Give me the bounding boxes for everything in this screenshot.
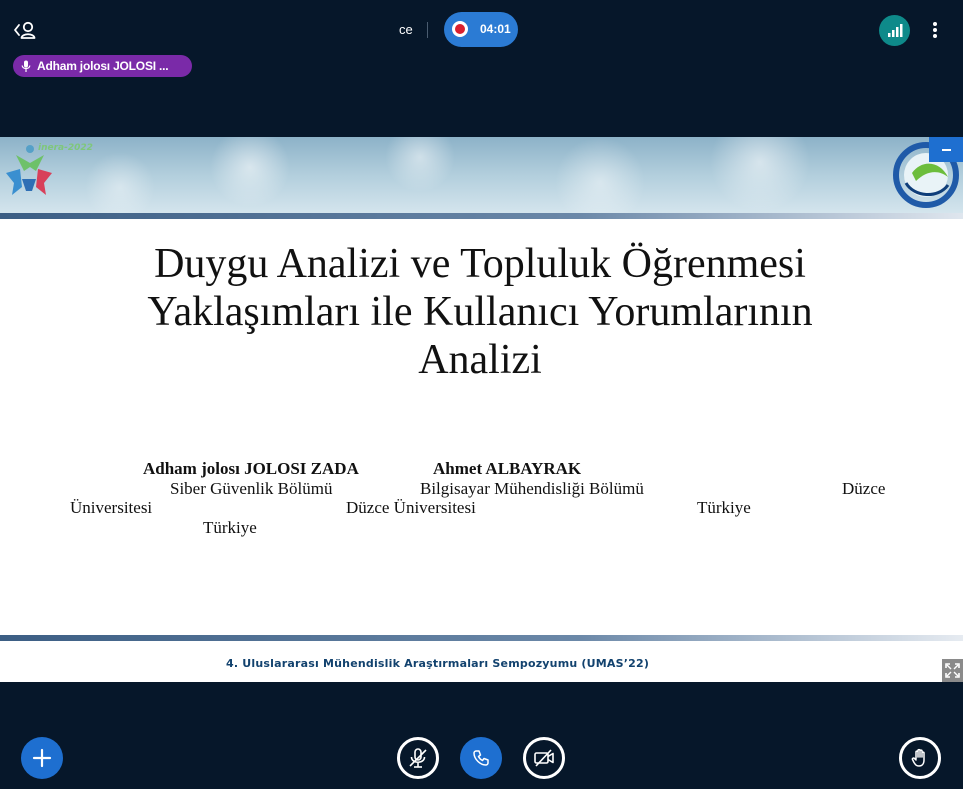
slide-footer: 4. Uluslararası Mühendislik Araştırmalar… xyxy=(226,657,650,670)
users-toggle-button[interactable] xyxy=(12,18,38,42)
author-1-department: Siber Güvenlik Bölümü xyxy=(170,479,333,498)
slide-title: Duygu Analizi ve Topluluk Öğrenmesi Yakl… xyxy=(0,240,960,384)
microphone-icon xyxy=(21,60,31,72)
slide-header-banner xyxy=(0,137,963,215)
connection-status-icon xyxy=(888,24,903,37)
talking-indicator[interactable]: Adham jolosı JOLOSI ... xyxy=(13,55,192,77)
footer-rule xyxy=(0,635,963,641)
users-icon xyxy=(14,21,36,39)
header-rule xyxy=(0,213,963,219)
raise-hand-button[interactable] xyxy=(899,737,941,779)
plus-icon xyxy=(32,748,52,768)
connection-status-button[interactable] xyxy=(879,15,910,46)
recording-button[interactable]: 04:01 xyxy=(444,12,518,47)
author-1-university-part2: Üniversitesi xyxy=(70,498,153,517)
options-menu-button[interactable] xyxy=(925,18,945,42)
audio-connection-button[interactable] xyxy=(460,737,502,779)
author-1-name: Adham jolosı JOLOSI ZADA xyxy=(143,459,359,478)
author-2-country: Türkiye xyxy=(203,518,257,537)
fullscreen-button[interactable] xyxy=(942,659,963,682)
more-vertical-icon xyxy=(933,22,937,38)
record-icon xyxy=(452,21,468,37)
bottom-action-bar xyxy=(0,682,963,789)
author-1-university-part1: Düzce xyxy=(842,479,886,498)
top-bar: ce 04:01 Adham jolosı JOLOSI ... xyxy=(0,0,963,77)
title-line: Duygu Analizi ve Topluluk Öğrenmesi xyxy=(154,241,806,287)
meeting-name: ce xyxy=(399,22,413,37)
minimize-presentation-button[interactable] xyxy=(929,137,963,162)
author-2-name: Ahmet ALBAYRAK xyxy=(433,459,582,478)
mute-microphone-button[interactable] xyxy=(397,737,439,779)
camera-off-icon xyxy=(534,749,554,767)
author-2-university: Düzce Üniversitesi xyxy=(346,498,476,517)
actions-button[interactable] xyxy=(21,737,63,779)
recording-time: 04:01 xyxy=(480,22,511,36)
title-line: Analizi xyxy=(418,337,542,383)
author-2-department: Bilgisayar Mühendisliği Bölümü xyxy=(420,479,644,498)
title-line: Yaklaşımları ile Kullanıcı Yorumlarının xyxy=(147,289,813,335)
inera-logo-text: inera-2022 xyxy=(38,143,93,153)
fullscreen-icon xyxy=(945,663,960,678)
presentation-slide: inera-2022 Duygu Analizi ve Topluluk Öğr… xyxy=(0,137,963,682)
share-webcam-button[interactable] xyxy=(523,737,565,779)
mic-muted-icon xyxy=(409,748,427,768)
title-separator xyxy=(427,22,428,38)
raise-hand-icon xyxy=(911,748,925,767)
talker-name: Adham jolosı JOLOSI ... xyxy=(37,59,169,73)
phone-icon xyxy=(473,750,489,766)
author-1-country: Türkiye xyxy=(697,498,751,517)
